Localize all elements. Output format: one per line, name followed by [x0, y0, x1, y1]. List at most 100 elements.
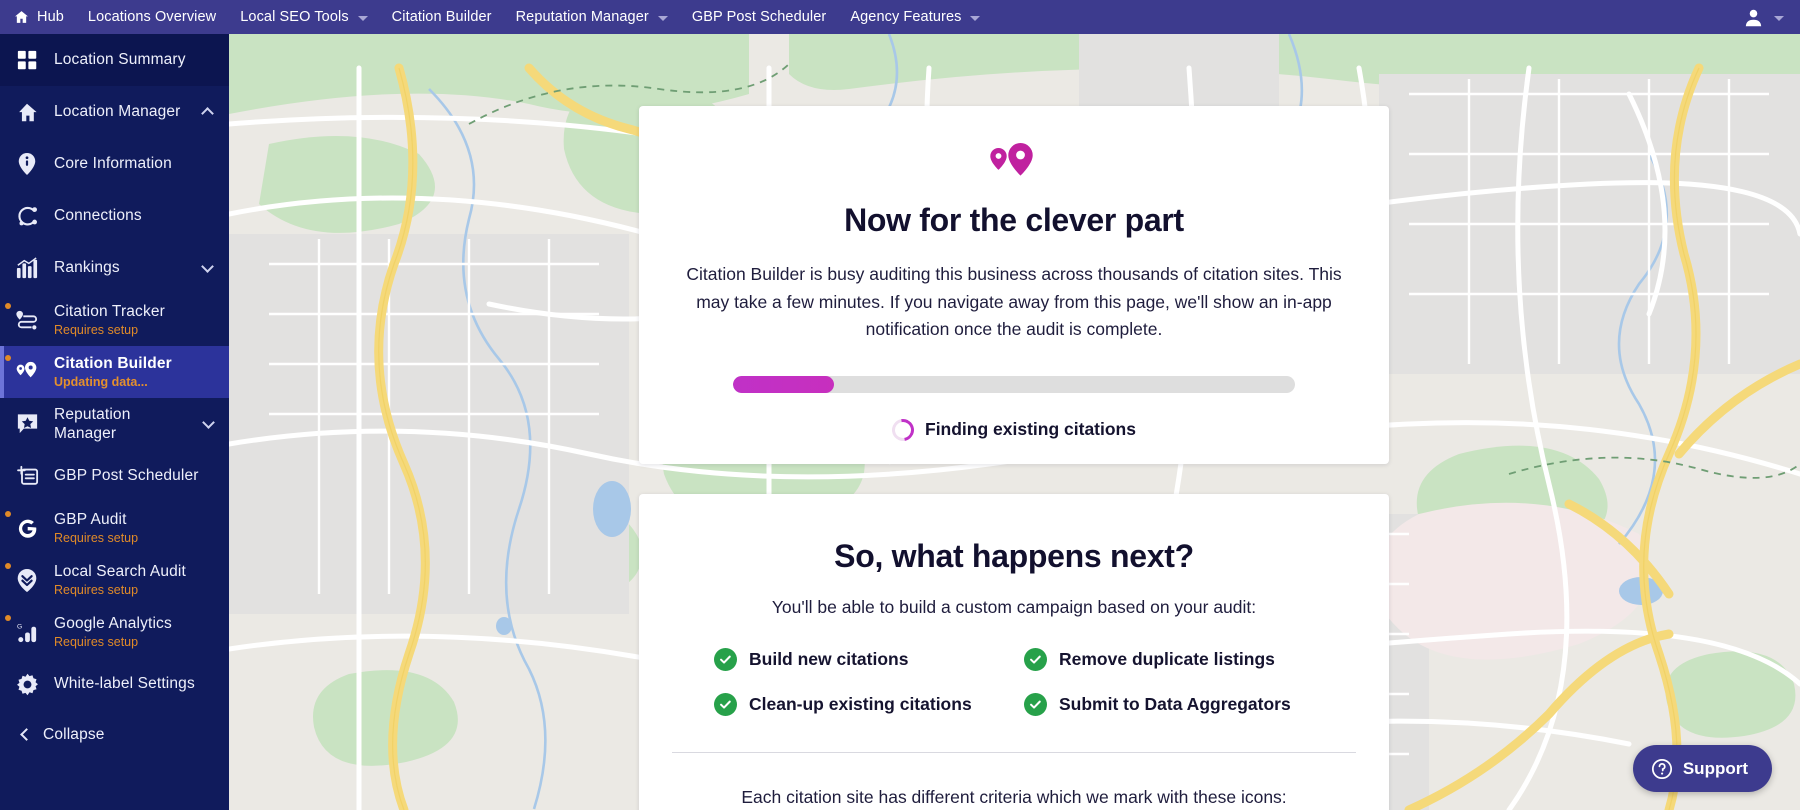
list-item-label: Remove duplicate listings: [1059, 649, 1275, 669]
sidebar-item-citation-builder[interactable]: Citation Builder Updating data...: [0, 346, 229, 398]
info-pin-icon: [14, 151, 40, 177]
audit-description: Citation Builder is busy auditing this b…: [686, 264, 1342, 340]
next-steps-title: So, what happens next?: [834, 538, 1194, 574]
check-circle-icon: [1024, 648, 1047, 671]
sidebar-item-label: Citation Tracker: [54, 302, 165, 320]
sidebar-item-connections[interactable]: Connections: [0, 190, 229, 242]
check-circle-icon: [1024, 693, 1047, 716]
user-menu-button[interactable]: [1733, 0, 1800, 34]
sidebar-item-sublabel: Requires setup: [54, 531, 139, 546]
sidebar-item-sublabel: Requires setup: [54, 635, 139, 650]
nav-item-label: Reputation Manager: [515, 9, 649, 25]
support-button-label: Support: [1682, 758, 1748, 778]
nav-item-reputation-manager[interactable]: Reputation Manager: [504, 0, 680, 34]
sidebar-navigation: Location Summary Location Manager Core I…: [0, 34, 229, 810]
list-item-label: Clean-up existing citations: [749, 694, 972, 714]
sidebar-item-sublabel: Requires setup: [54, 323, 139, 338]
sidebar-item-label: Local Search Audit: [54, 562, 186, 580]
list-item: Clean-up existing citations: [714, 693, 1004, 716]
post-scheduler-icon: [14, 463, 40, 489]
nav-item-agency-features[interactable]: Agency Features: [838, 0, 992, 34]
connections-icon: [14, 203, 40, 229]
list-item: Build new citations: [714, 648, 1004, 671]
sidebar-collapse-label: Collapse: [43, 726, 105, 744]
chevron-down-icon[interactable]: [201, 260, 215, 274]
main-content: Now for the clever part Citation Builder…: [229, 34, 1800, 810]
nav-item-locations-overview[interactable]: Locations Overview: [76, 0, 228, 34]
sidebar-item-label: Location Summary: [54, 51, 186, 69]
chevron-up-icon[interactable]: [201, 106, 215, 120]
nav-item-label: Agency Features: [850, 9, 962, 25]
status-dot-badge: [5, 511, 11, 517]
sidebar-item-label: Location Manager: [54, 103, 181, 121]
chevron-down-icon: [657, 15, 668, 21]
section-divider: [672, 752, 1356, 753]
sidebar-item-label: Reputation Manager: [54, 405, 131, 442]
sidebar-item-label: GBP Audit: [54, 510, 127, 528]
sidebar-item-gbp-post-scheduler[interactable]: GBP Post Scheduler: [0, 450, 229, 502]
audit-progress-bar: [733, 375, 1295, 393]
status-dot-badge: [5, 355, 11, 361]
user-avatar-icon: [1743, 7, 1764, 28]
nav-item-citation-builder[interactable]: Citation Builder: [380, 0, 504, 34]
audit-progress-fill: [733, 375, 835, 393]
sidebar-item-white-label-settings[interactable]: White-label Settings: [0, 658, 229, 710]
nav-item-gbp-post-scheduler[interactable]: GBP Post Scheduler: [680, 0, 839, 34]
sidebar-item-label: Citation Builder: [54, 354, 172, 372]
chevron-down-icon: [1774, 15, 1784, 21]
criteria-icons-note: Each citation site has different criteri…: [741, 787, 1287, 807]
next-steps-subtitle: You'll be able to build a custom campaig…: [771, 597, 1257, 617]
list-item: Remove duplicate listings: [1024, 648, 1314, 671]
nav-item-label: Citation Builder: [391, 9, 492, 25]
sidebar-item-gbp-audit[interactable]: GBP Audit Requires setup: [0, 502, 229, 554]
sidebar-item-core-information[interactable]: Core Information: [0, 138, 229, 190]
home-icon: [14, 10, 29, 24]
check-circle-icon: [714, 693, 737, 716]
nav-item-label: Local SEO Tools: [240, 9, 349, 25]
chevron-down-icon: [357, 15, 368, 21]
citation-tracker-icon: [5, 303, 40, 333]
chevron-down-icon[interactable]: [201, 416, 215, 430]
question-circle-icon: [1651, 758, 1673, 780]
sidebar-item-location-summary[interactable]: Location Summary: [0, 34, 229, 86]
star-review-icon: [14, 411, 40, 437]
what-happens-next-card: So, what happens next? You'll be able to…: [639, 494, 1389, 810]
page-title: Now for the clever part: [844, 202, 1184, 238]
status-dot-badge: [5, 563, 11, 569]
sidebar-item-label: Google Analytics: [54, 614, 172, 632]
chevron-down-icon: [970, 15, 981, 21]
map-pins-icon: [990, 143, 1033, 176]
gear-icon: [14, 671, 40, 697]
sidebar-item-rankings[interactable]: Rankings: [0, 242, 229, 294]
sidebar-item-google-analytics[interactable]: G Google Analytics Requires setup: [0, 606, 229, 658]
chevron-left-icon: [19, 728, 33, 741]
sidebar-item-citation-tracker[interactable]: Citation Tracker Requires setup: [0, 294, 229, 346]
check-circle-icon: [714, 648, 737, 671]
list-item-label: Submit to Data Aggregators: [1059, 694, 1291, 714]
audit-progress-card: Now for the clever part Citation Builder…: [639, 106, 1389, 464]
sidebar-item-location-manager[interactable]: Location Manager: [0, 86, 229, 138]
sidebar-item-label: Core Information: [54, 155, 172, 173]
loading-spinner-icon: [887, 414, 919, 446]
nav-item-label: Locations Overview: [87, 9, 217, 25]
citation-builder-icon: [5, 355, 40, 385]
google-analytics-icon: G: [5, 615, 40, 645]
nav-item-local-seo-tools[interactable]: Local SEO Tools: [228, 0, 379, 34]
home-icon: [14, 99, 40, 125]
top-navigation-bar: Hub Locations Overview Local SEO Tools C…: [0, 0, 1800, 34]
sidebar-item-local-search-audit[interactable]: Local Search Audit Requires setup: [0, 554, 229, 606]
nav-item-label: GBP Post Scheduler: [691, 9, 827, 25]
sidebar-item-sublabel: Updating data...: [54, 375, 148, 390]
next-steps-list: Build new citations Remove duplicate lis…: [714, 648, 1314, 716]
status-dot-badge: [5, 615, 11, 621]
list-item-label: Build new citations: [749, 649, 909, 669]
sidebar-collapse-button[interactable]: Collapse: [0, 710, 229, 760]
svg-text:G: G: [16, 623, 21, 630]
sidebar-item-reputation-manager[interactable]: Reputation Manager: [0, 398, 229, 450]
sidebar-item-sublabel: Requires setup: [54, 583, 139, 598]
sidebar-item-label: Rankings: [54, 259, 120, 277]
nav-item-hub[interactable]: Hub: [0, 0, 76, 34]
sidebar-item-label: GBP Post Scheduler: [54, 467, 199, 485]
support-button[interactable]: Support: [1632, 745, 1772, 792]
audit-status-row: Finding existing citations: [639, 414, 1389, 446]
